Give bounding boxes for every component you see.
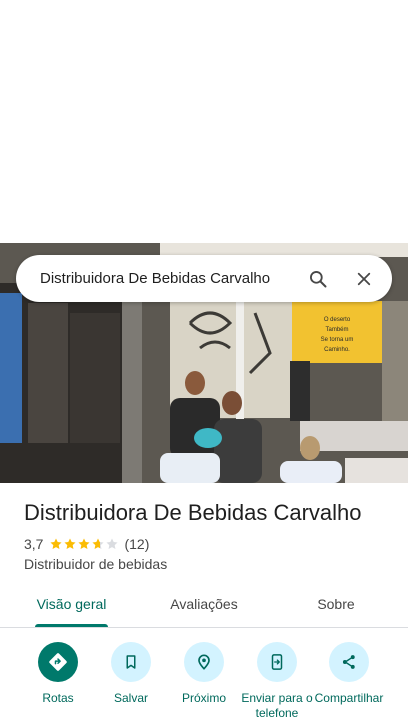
svg-text:Se torna um: Se torna um	[321, 337, 354, 343]
active-tab-indicator	[35, 624, 108, 627]
clear-search-button[interactable]	[344, 259, 384, 299]
star-icon	[50, 538, 63, 550]
svg-text:Também: Também	[325, 327, 348, 333]
send-to-phone-button[interactable]: Enviar para o telefone	[241, 640, 313, 721]
star-icon	[64, 538, 77, 550]
place-title: Distribuidora De Bebidas Carvalho	[24, 500, 362, 525]
wall-sign-text: O deserto	[324, 317, 351, 323]
rating-row[interactable]: 3,7 (12)	[24, 536, 149, 552]
rating-stars	[49, 537, 119, 551]
search-icon	[310, 270, 327, 287]
send-to-phone-icon	[271, 654, 283, 670]
search-button[interactable]	[298, 259, 338, 299]
map-blank-area	[0, 0, 408, 243]
star-icon	[78, 538, 91, 550]
tab-reviews[interactable]: Avaliações	[163, 596, 245, 612]
place-tabs: Visão geral Avaliações Sobre	[0, 584, 408, 628]
tab-overview[interactable]: Visão geral	[35, 596, 108, 612]
directions-label: Rotas	[42, 691, 74, 705]
send-to-phone-label: Enviar para o telefone	[241, 691, 313, 720]
bookmark-icon	[126, 655, 136, 669]
svg-text:Caminho.: Caminho.	[324, 347, 350, 353]
save-label: Salvar	[113, 691, 148, 705]
share-icon	[342, 655, 355, 669]
tab-about[interactable]: Sobre	[310, 596, 362, 612]
nearby-button[interactable]: Próximo	[168, 640, 240, 706]
directions-icon	[49, 653, 67, 671]
nearby-icon	[198, 654, 210, 670]
review-count[interactable]: (12)	[124, 536, 149, 552]
search-bar[interactable]: Distribuidora De Bebidas Carvalho	[16, 255, 392, 302]
star-icon	[92, 538, 105, 550]
share-label: Compartilhar	[314, 691, 384, 705]
close-icon	[357, 272, 371, 285]
star-icon	[106, 538, 119, 550]
place-category: Distribuidor de bebidas	[24, 556, 168, 572]
rating-value: 3,7	[24, 536, 44, 552]
share-button[interactable]: Compartilhar	[313, 640, 385, 706]
nearby-label: Próximo	[181, 691, 226, 705]
search-query-text[interactable]: Distribuidora De Bebidas Carvalho	[40, 270, 298, 287]
action-buttons: Rotas Salvar Próximo Enviar para o telef…	[0, 640, 408, 726]
directions-button[interactable]: Rotas	[22, 640, 94, 706]
save-button[interactable]: Salvar	[95, 640, 167, 706]
